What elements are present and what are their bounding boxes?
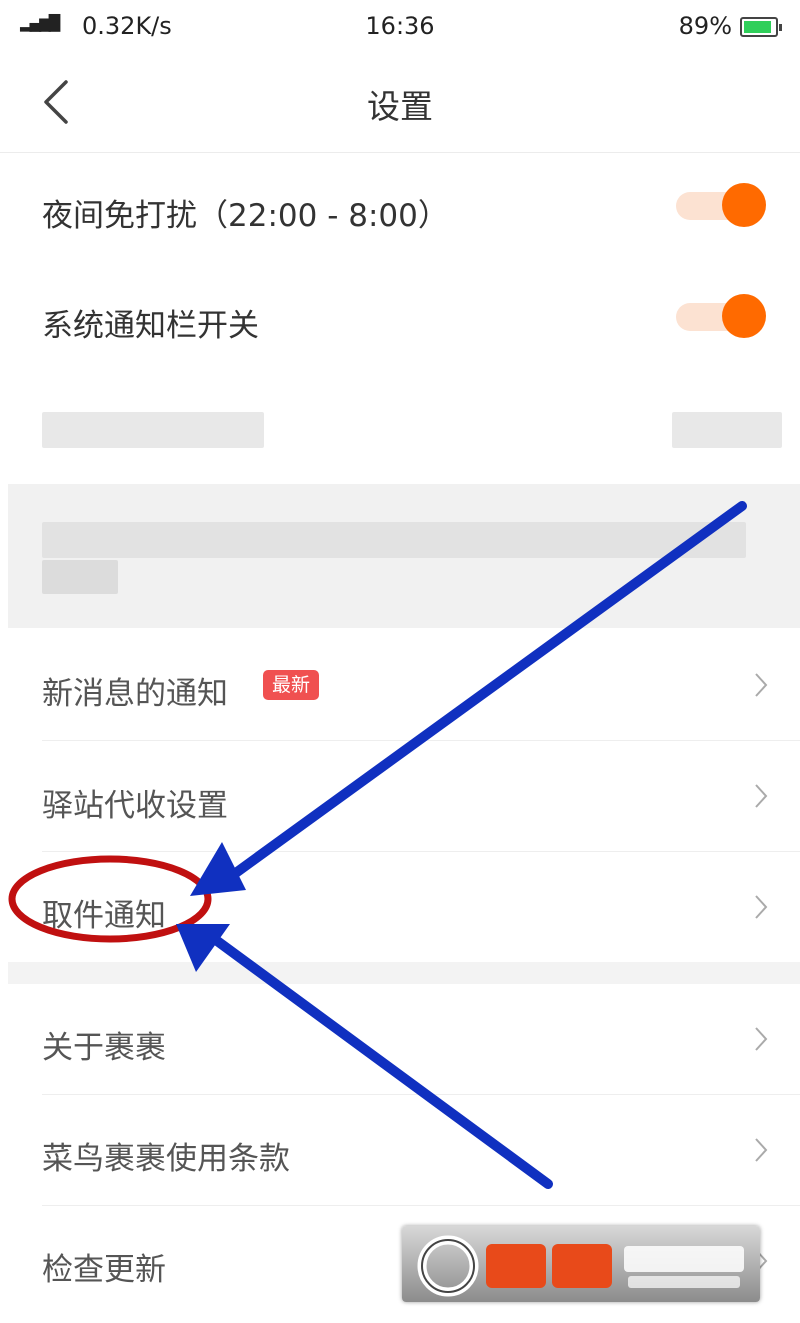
arrow-line-lower xyxy=(200,927,553,1189)
annotation-overlay xyxy=(8,501,747,1189)
arrow-line-upper xyxy=(210,501,747,893)
